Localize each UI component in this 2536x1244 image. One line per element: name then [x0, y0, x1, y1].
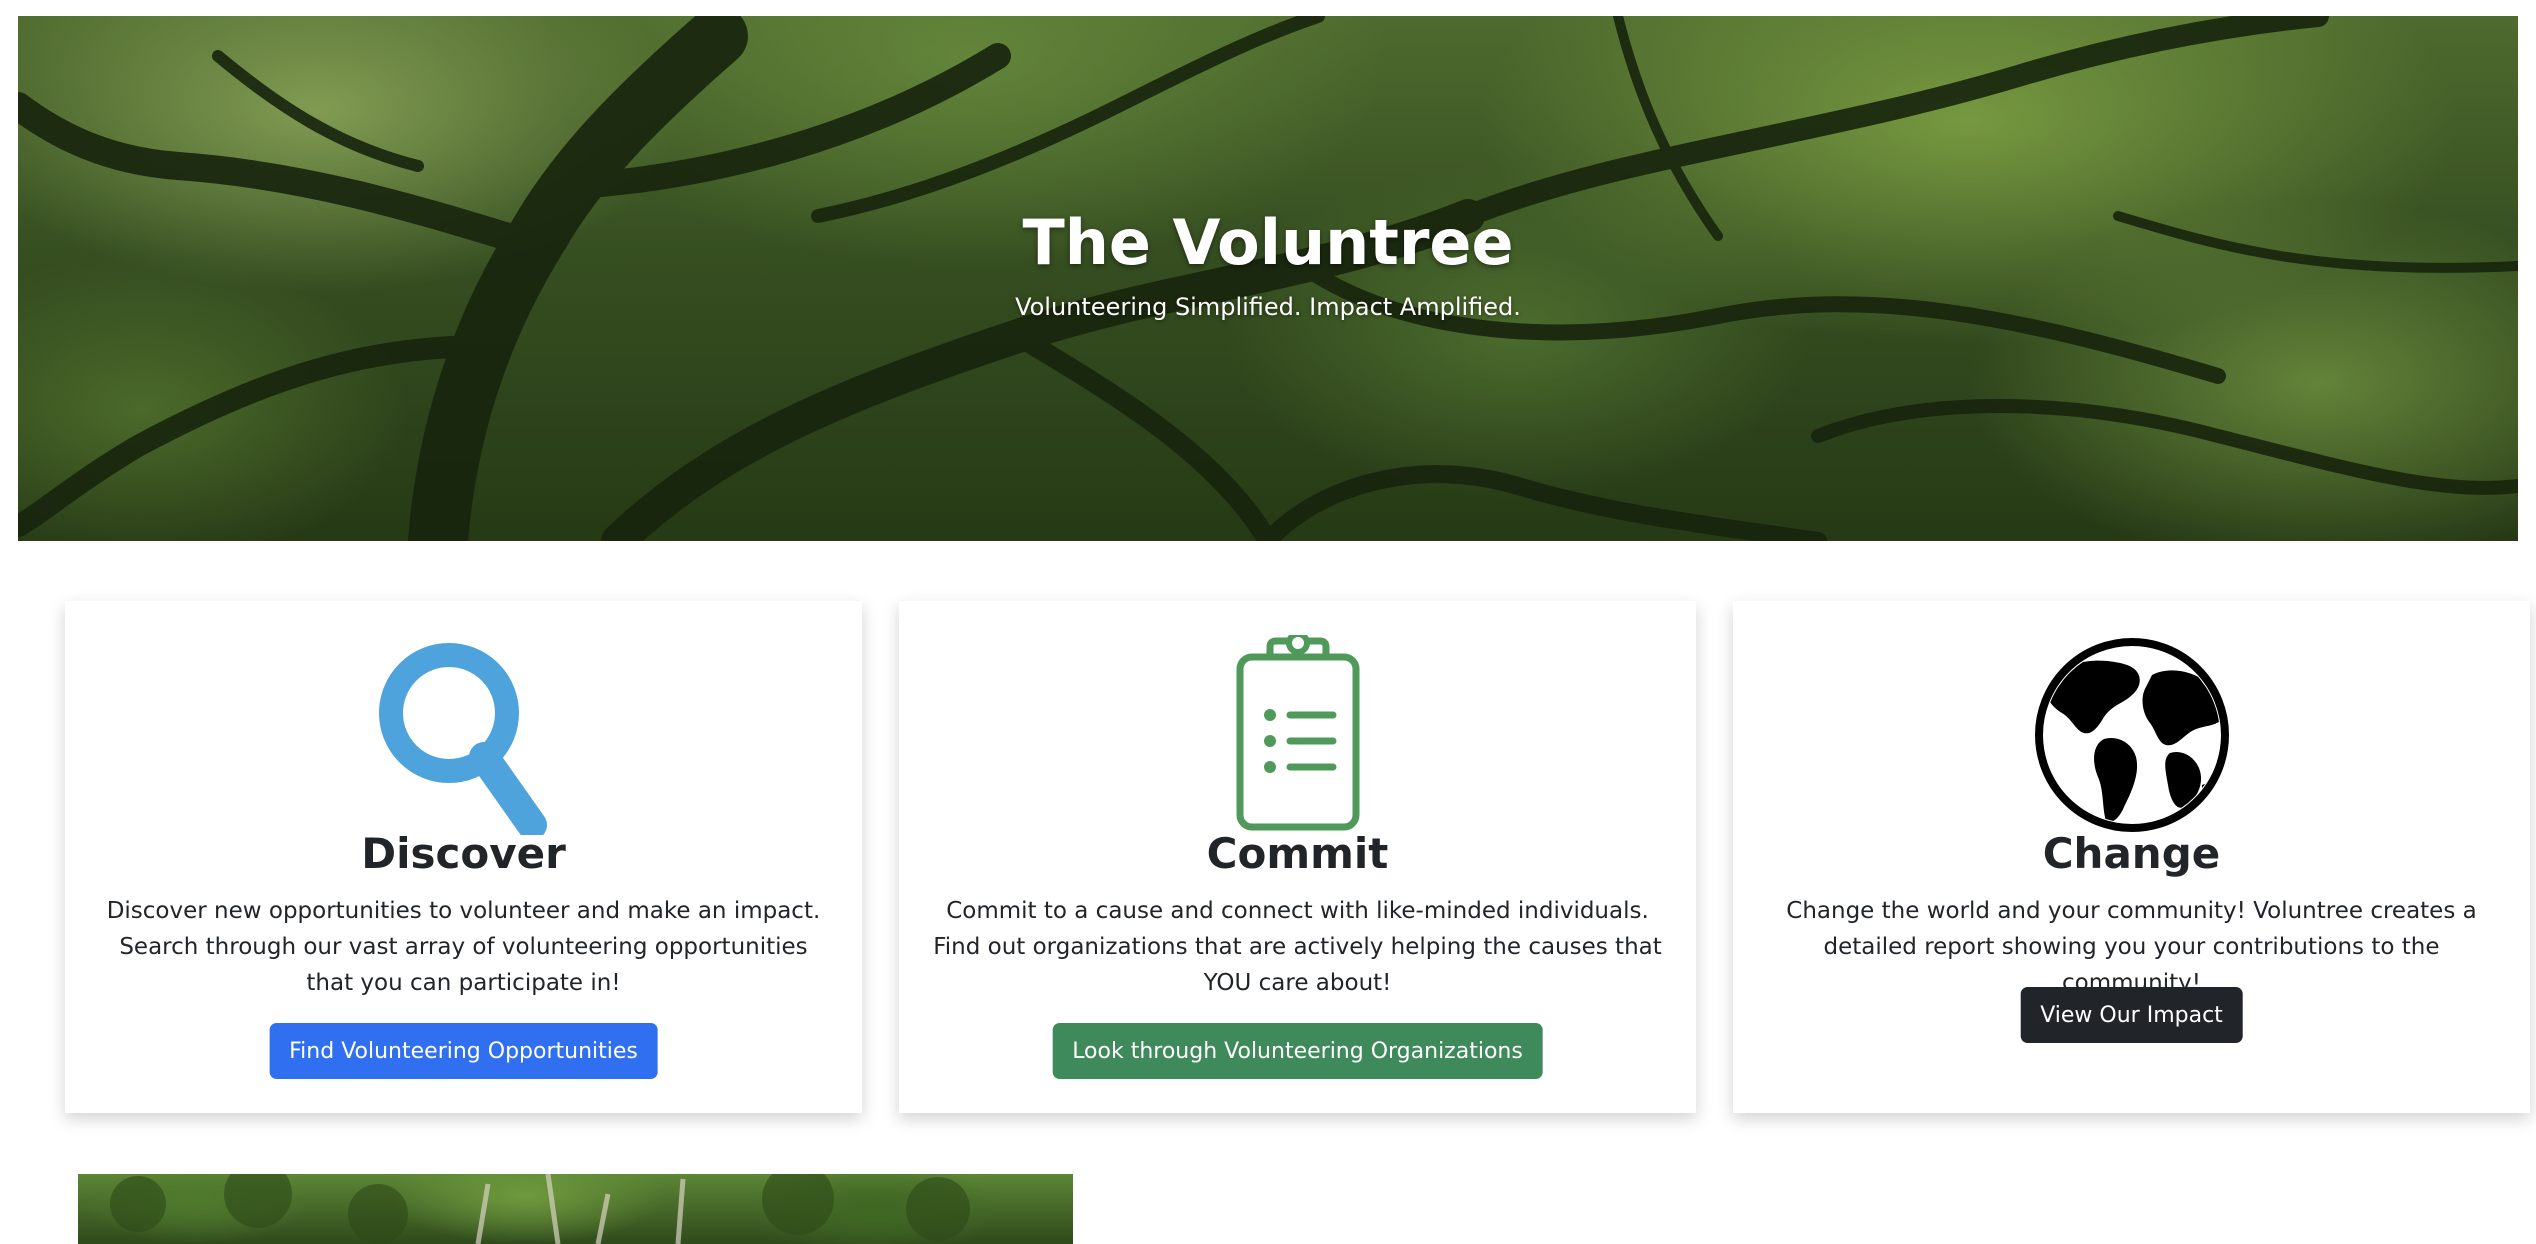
clipboard-list-icon — [1236, 635, 1359, 831]
hero-text: The Voluntree Volunteering Simplified. I… — [18, 206, 2518, 321]
forest-foliage — [110, 1174, 970, 1244]
commit-title: Commit — [1206, 829, 1389, 878]
look-through-organizations-button[interactable]: Look through Volunteering Organizations — [1052, 1023, 1543, 1079]
discover-card: Discover Discover new opportunities to v… — [65, 601, 862, 1113]
discover-description: Discover new opportunities to volunteer … — [106, 898, 821, 996]
hero-subtitle: Volunteering Simplified. Impact Amplifie… — [1015, 293, 1521, 321]
hero-banner: The Voluntree Volunteering Simplified. I… — [18, 16, 2518, 541]
find-volunteering-opportunities-button[interactable]: Find Volunteering Opportunities — [269, 1023, 658, 1079]
commit-description: Commit to a cause and connect with like-… — [933, 898, 1662, 996]
change-card: Change Change the world and your communi… — [1733, 601, 2530, 1113]
change-description: Change the world and your community! Vol… — [1786, 898, 2477, 996]
view-our-impact-button[interactable]: View Our Impact — [2020, 987, 2243, 1043]
discover-title: Discover — [361, 829, 566, 878]
magnifying-glass-icon — [378, 643, 547, 835]
commit-card: Commit Commit to a cause and connect wit… — [899, 601, 1696, 1113]
forest-image — [78, 1174, 1073, 1244]
globe-icon — [2034, 638, 2229, 832]
change-title: Change — [2042, 829, 2221, 878]
hero-title: The Voluntree — [1022, 206, 1514, 279]
